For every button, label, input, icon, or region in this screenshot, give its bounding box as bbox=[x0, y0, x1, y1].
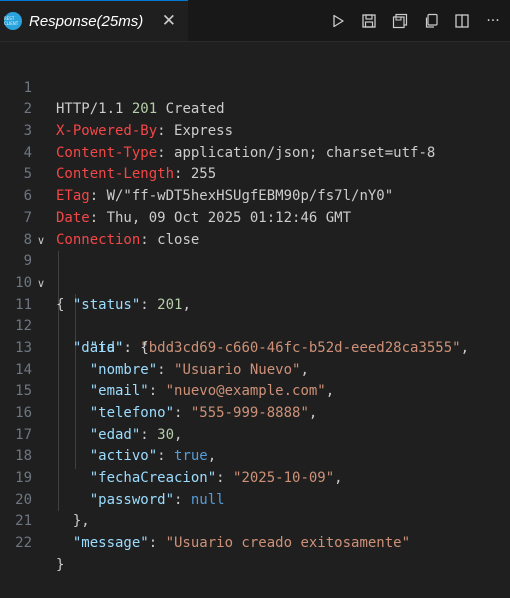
code-line: 8 bbox=[0, 208, 510, 248]
code-line: 7 Connection: close bbox=[0, 186, 510, 248]
more-label: ··· bbox=[486, 12, 500, 29]
tab-bar: REST CLIENT Response(25ms) ✕ ··· bbox=[0, 0, 510, 42]
save-icon[interactable] bbox=[358, 10, 380, 32]
code-line: 2 X-Powered-By: Express bbox=[0, 78, 510, 139]
code-line: 11 ∨ "data": { bbox=[0, 273, 510, 356]
code-line: 10 "status": 201, bbox=[0, 251, 510, 313]
code-line: 15 "telefono": "555-999-8888", bbox=[0, 360, 510, 421]
rest-client-icon: REST CLIENT bbox=[4, 12, 22, 30]
response-editor[interactable]: 1 HTTP/1.1 201 Created 2 X-Powered-By: E… bbox=[0, 56, 510, 573]
code-line: 9 ∨ { bbox=[0, 230, 510, 313]
code-line: 6 Date: Thu, 09 Oct 2025 01:12:46 GMT bbox=[0, 164, 510, 226]
run-icon[interactable] bbox=[327, 10, 349, 32]
line-number: 22 bbox=[15, 535, 32, 552]
chevron-down-icon[interactable]: ∨ bbox=[37, 230, 49, 252]
editor-actions: ··· bbox=[318, 0, 504, 41]
copy-icon[interactable] bbox=[420, 10, 442, 32]
code-line: 3 Content-Type: application/json; charse… bbox=[0, 99, 510, 161]
code-line: 16 "edad": 30, bbox=[0, 381, 510, 443]
save-all-icon[interactable] bbox=[389, 10, 411, 32]
code-line: 21 "message": "Usuario creado exitosamen… bbox=[0, 490, 510, 551]
code-line: 4 Content-Length: 255 bbox=[0, 121, 510, 183]
tab-response[interactable]: REST CLIENT Response(25ms) ✕ bbox=[0, 0, 188, 41]
code-line: 5 ETag: W/"ff-wDT5hexHSUgfEBM90p/fs7l/nY… bbox=[0, 143, 510, 204]
code-line: 17 "activo": true, bbox=[0, 403, 510, 465]
close-icon[interactable]: ✕ bbox=[162, 11, 176, 31]
code-line: 12 "id": "bdd3cd69-c660-46fc-b52d-eeed28… bbox=[0, 295, 510, 356]
code-line: 1 HTTP/1.1 201 Created bbox=[0, 56, 510, 118]
code-line: 14 "email": "nuevo@example.com", bbox=[0, 338, 510, 400]
rest-client-icon-text: REST CLIENT bbox=[4, 16, 19, 26]
split-editor-icon[interactable] bbox=[451, 10, 473, 32]
code-line: 19 "password": null bbox=[0, 446, 510, 508]
code-line: 13 "nombre": "Usuario Nuevo", bbox=[0, 316, 510, 378]
code-line: 22 } bbox=[0, 511, 510, 573]
chevron-down-icon[interactable]: ∨ bbox=[37, 273, 49, 295]
more-icon[interactable]: ··· bbox=[482, 10, 504, 32]
code-line: 18 "fechaCreacion": "2025-10-09", bbox=[0, 425, 510, 486]
tab-title: Response(25ms) bbox=[29, 12, 144, 30]
code-line: 20 }, bbox=[0, 468, 510, 530]
